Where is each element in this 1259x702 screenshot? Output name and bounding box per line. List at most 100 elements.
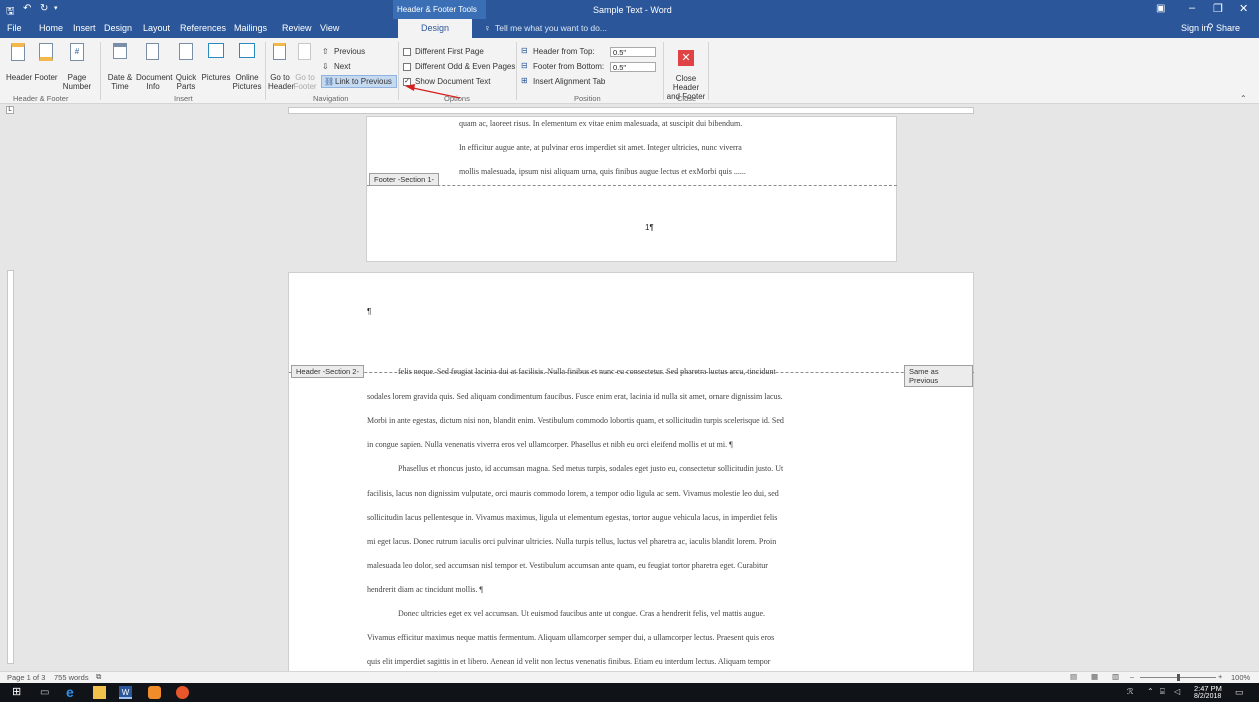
qat-customize-icon[interactable]: ▾ <box>54 4 58 12</box>
different-first-page-checkbox[interactable] <box>403 48 411 56</box>
footer-icon <box>39 43 53 61</box>
tab-mailings[interactable]: Mailings <box>234 19 267 38</box>
different-first-page-label: Different First Page <box>415 47 484 56</box>
print-layout-icon[interactable]: ▦ <box>1091 672 1098 681</box>
file-explorer-icon[interactable] <box>93 686 106 699</box>
body-line: In efficitur augue ante, at pulvinar ero… <box>459 143 742 152</box>
edge-icon[interactable]: e <box>66 685 79 699</box>
windows-start-icon[interactable]: ⊞ <box>12 686 25 699</box>
page-count[interactable]: Page 1 of 3 <box>7 673 45 682</box>
read-mode-icon[interactable]: ▤ <box>1070 672 1077 681</box>
zoom-slider-thumb[interactable] <box>1177 674 1180 681</box>
tab-file[interactable]: File <box>7 19 22 38</box>
ruler-band[interactable] <box>288 107 974 114</box>
header-button[interactable]: Header <box>6 41 33 91</box>
zoom-out-icon[interactable]: – <box>1130 672 1134 681</box>
group-insert: Insert <box>174 94 193 103</box>
link-to-previous-button[interactable]: ⛓ Link to Previous <box>321 75 397 88</box>
body-line: malesuada leo dolor, sed accumsan nisl t… <box>367 561 768 570</box>
previous-button[interactable]: Previous <box>334 47 365 56</box>
group-close: Close <box>677 94 697 103</box>
zoom-level[interactable]: 100% <box>1231 673 1250 682</box>
online-pictures-icon <box>239 43 255 58</box>
page-number-icon: # <box>70 43 84 61</box>
ribbon-tabs: File Home Insert Design Layout Reference… <box>0 19 1259 38</box>
undo-icon[interactable]: ↶ <box>23 3 31 14</box>
share-button[interactable]: Share <box>1216 23 1240 33</box>
redo-icon[interactable]: ↻ <box>40 3 48 14</box>
action-center-icon[interactable]: ▭ <box>1235 687 1244 698</box>
body-line: facilisis, lacus non dignissim vulputate… <box>367 489 779 498</box>
date-time-button[interactable]: Date & Time <box>105 41 135 91</box>
separator <box>265 42 266 100</box>
tab-design[interactable]: Design <box>104 19 132 38</box>
footer-from-bottom-icon: ⊟ <box>521 61 528 70</box>
footer-from-bottom-input[interactable]: 0.5" <box>610 62 656 72</box>
tab-layout[interactable]: Layout <box>143 19 170 38</box>
context-tab-group-label: Header & Footer Tools <box>397 5 477 14</box>
tab-view[interactable]: View <box>320 19 339 38</box>
body-line: Donec ultricies eget ex vel accumsan. Ut… <box>398 609 765 618</box>
clock-time[interactable]: 2:47 PM <box>1194 684 1222 693</box>
page-number[interactable]: 1¶ <box>645 223 654 232</box>
alignment-tab-icon: ⊞ <box>521 76 528 85</box>
tab-review[interactable]: Review <box>282 19 312 38</box>
collapse-ribbon-icon[interactable]: ⌃ <box>1240 94 1247 103</box>
share-icon[interactable]: ⚲ <box>1207 22 1214 33</box>
tell-me-box[interactable]: Tell me what you want to do... <box>495 23 607 33</box>
zoom-in-icon[interactable]: + <box>1218 672 1222 681</box>
ribbon-display-icon[interactable]: ▣ <box>1156 3 1165 14</box>
clock-date[interactable]: 8/2/2018 <box>1194 693 1221 700</box>
insert-alignment-tab-button[interactable]: Insert Alignment Tab <box>533 77 605 86</box>
go-to-footer-button[interactable]: Go to Footer <box>293 41 317 91</box>
link-icon: ⛓ <box>324 77 335 86</box>
close-window-icon[interactable]: ✕ <box>1239 2 1248 15</box>
tray-chevron-icon[interactable]: ⌃ <box>1147 687 1154 696</box>
go-to-header-button[interactable]: Go to Header <box>268 41 294 91</box>
calendar-icon <box>113 43 127 59</box>
body-line: Vivamus efficitur maximus neque mattis f… <box>367 633 775 642</box>
tab-header-footer-design[interactable]: Design <box>398 19 472 38</box>
close-header-footer-button[interactable]: ✕ Close Header and Footer <box>666 41 706 101</box>
footer-section-tag: Footer -Section 1- <box>369 173 440 186</box>
quick-parts-button[interactable]: Quick Parts <box>172 41 200 91</box>
header-from-top-input[interactable]: 0.5" <box>610 47 656 57</box>
header-label: Header <box>6 73 33 82</box>
volume-icon[interactable]: ◁ <box>1174 687 1180 696</box>
page-number-button[interactable]: # Page Number <box>62 41 92 91</box>
app-icon-orange[interactable] <box>148 686 161 699</box>
tab-references[interactable]: References <box>180 19 226 38</box>
tab-home[interactable]: Home <box>39 19 63 38</box>
proofing-icon[interactable]: ⧉ <box>96 672 101 682</box>
document-info-button[interactable]: Document Info <box>136 41 173 91</box>
document-info-label: Document Info <box>136 73 173 91</box>
separator <box>100 42 101 100</box>
firefox-icon[interactable] <box>176 686 189 699</box>
body-line: sodales lorem gravida quis. Sed aliquam … <box>367 392 783 401</box>
tab-selector-icon[interactable]: L <box>6 106 14 114</box>
sign-in-link[interactable]: Sign in <box>1181 23 1209 33</box>
word-taskbar-icon[interactable]: W <box>119 686 132 699</box>
document-info-icon <box>146 43 159 60</box>
header-icon <box>11 43 25 61</box>
restore-icon[interactable]: ❐ <box>1213 2 1223 15</box>
minimize-icon[interactable]: – <box>1189 2 1195 14</box>
online-pictures-button[interactable]: Online Pictures <box>232 41 262 91</box>
people-icon[interactable]: ℛ <box>1127 687 1133 696</box>
header-section-tag: Header -Section 2- <box>291 365 364 378</box>
next-button[interactable]: Next <box>334 62 350 71</box>
go-to-header-icon <box>273 43 286 60</box>
web-layout-icon[interactable]: ▥ <box>1112 672 1119 681</box>
word-count[interactable]: 755 words <box>54 673 89 682</box>
page-number-label: Page Number <box>62 73 92 91</box>
body-line: mi eget lacus. Donec rutrum iaculis orci… <box>367 537 777 546</box>
tab-insert[interactable]: Insert <box>73 19 96 38</box>
header-from-top-icon: ⊟ <box>521 46 528 55</box>
footer-button[interactable]: Footer <box>34 41 58 91</box>
network-icon[interactable]: ⌸ <box>1160 687 1165 697</box>
header-paragraph-mark[interactable]: ¶ <box>367 307 371 316</box>
pictures-button[interactable]: Pictures <box>201 41 231 91</box>
different-odd-even-checkbox[interactable] <box>403 63 411 71</box>
task-view-icon[interactable]: ▭ <box>40 686 53 699</box>
link-to-previous-label: Link to Previous <box>335 77 392 86</box>
